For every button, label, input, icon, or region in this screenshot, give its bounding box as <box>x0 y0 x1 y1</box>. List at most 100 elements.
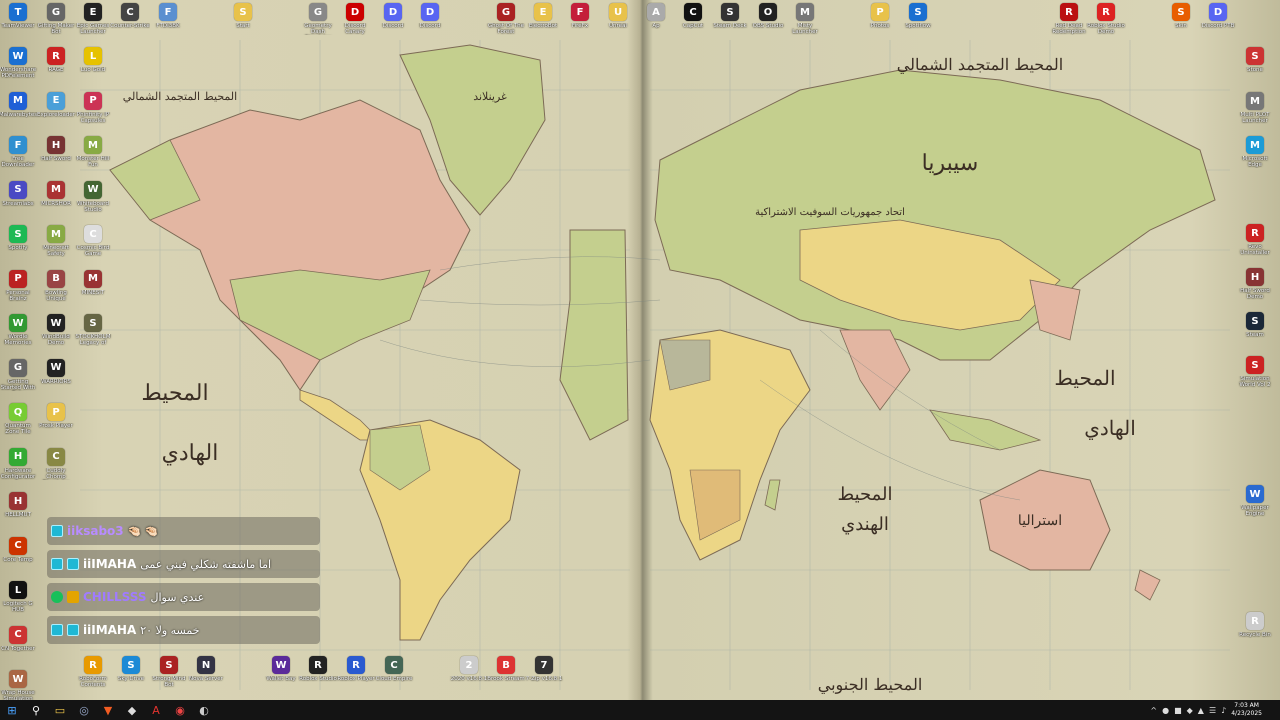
desktop-shortcut[interactable]: R Recycle Bin <box>1236 612 1274 656</box>
desktop-shortcut[interactable]: M Malwarebytes <box>0 91 37 136</box>
desktop-shortcut[interactable]: R Roblox Studio <box>299 656 337 700</box>
desktop-shortcut[interactable]: R Revo Uninstaller <box>1236 224 1274 268</box>
desktop-shortcut[interactable]: L Luo Gold <box>74 47 112 91</box>
desktop-shortcut[interactable]: 7 7-Zip v16.8.1 <box>525 656 563 700</box>
desktop-shortcut[interactable]: E ElectroBot <box>524 3 562 47</box>
desktop-shortcut[interactable]: C Cloud Empire <box>375 656 413 700</box>
desktop-shortcut[interactable]: R RoboForm Contents <box>74 656 112 700</box>
desktop-shortcut[interactable]: Q Quantum Zone Tile <box>0 403 37 447</box>
desktop-shortcut[interactable]: C Counter-Strike <box>110 3 150 47</box>
file-explorer-icon[interactable]: ▭ <box>48 700 72 720</box>
tray-app-icon[interactable]: ◆ <box>1187 706 1193 715</box>
tray-volume-icon[interactable]: ♪ <box>1221 706 1226 715</box>
steam-icon[interactable]: ◎ <box>72 700 96 720</box>
tray-app-icon[interactable]: ▲ <box>1198 706 1204 715</box>
desktop-shortcut[interactable]: W Wondershare PDFelement <box>0 47 37 91</box>
desktop-shortcut[interactable]: S Strong Mind Bot <box>150 656 188 700</box>
desktop-shortcut[interactable]: S STOCKHOLM Legacy of <box>74 314 112 358</box>
desktop-shortcut[interactable]: W Whiteboard Studio <box>74 180 112 225</box>
desktop-shortcut[interactable]: E Epic Games Launcher <box>74 3 112 47</box>
desktop-shortcut[interactable]: P Photos <box>861 3 899 47</box>
desktop-shortcut[interactable]: W Wallet Bay <box>262 656 300 700</box>
roblox-icon[interactable]: ◆ <box>120 700 144 720</box>
desktop-shortcut[interactable]: S Start <box>224 3 262 47</box>
desktop-shortcut[interactable]: CCuddly Chomp Blumberg <box>37 447 75 492</box>
desktop-shortcut[interactable]: C Core Temp <box>0 536 37 581</box>
desktop-shortcut[interactable]: P Phinfinity IP Capsules <box>74 91 112 136</box>
desktop-shortcut[interactable]: S Simulation World Vol 2 <box>1236 356 1274 400</box>
chat-username[interactable]: iiksabo3 <box>67 524 124 538</box>
desktop-shortcut[interactable]: R Roblox Studio Demo <box>1087 3 1125 47</box>
desktop-shortcut[interactable]: W WARRIORS <box>37 358 75 403</box>
desktop-shortcut[interactable]: R Roblox Player <box>337 656 375 700</box>
desktop-shortcut[interactable]: S Spotiflow <box>899 3 937 47</box>
desktop-shortcut[interactable]: T TeamViewer <box>0 3 37 47</box>
desktop-shortcut[interactable]: O OBS Studio <box>749 3 787 47</box>
desktop-shortcut[interactable]: P Prosk Player <box>37 403 75 447</box>
desktop-shortcut[interactable]: R RAGE <box>37 47 75 91</box>
desktop-shortcut[interactable]: C Cosmic Bird Game <box>74 225 112 269</box>
desktop-shortcut[interactable]: A Ap <box>637 3 675 47</box>
tray-app-icon[interactable]: ● <box>1162 706 1169 715</box>
desktop-shortcut[interactable]: S Spotify <box>0 225 37 269</box>
chat-username[interactable]: CHILLSSS <box>83 590 146 604</box>
app-icon: W <box>84 180 102 199</box>
desktop-shortcut[interactable]: R Red Dead Redemption <box>1050 3 1088 47</box>
desktop-shortcut[interactable]: P Personal Brainz <box>0 269 37 314</box>
desktop-shortcut[interactable]: W Wordle Memories <box>0 314 37 358</box>
desktop-shortcut[interactable]: H Half Sword Demo <box>1236 268 1274 312</box>
desktop-shortcut[interactable]: S Stone <box>1236 47 1274 91</box>
desktop-shortcut[interactable]: S Steam <box>1236 312 1274 356</box>
desktop-shortcut[interactable]: G Ghost Of The Forest <box>487 3 525 47</box>
desktop-shortcut[interactable]: M Minecraft Safety <box>37 225 75 269</box>
brave-icon[interactable]: ▼ <box>96 700 120 720</box>
adobe-icon[interactable]: A <box>144 700 168 720</box>
desktop-shortcut[interactable]: F Free Downloader <box>0 136 37 180</box>
desktop-shortcut[interactable]: D Discord Canary <box>336 3 374 47</box>
desktop-shortcut[interactable]: E Exploreloader <box>37 91 75 136</box>
desktop-shortcut[interactable]: L Logitech G HUB <box>0 581 37 625</box>
desktop-shortcut[interactable]: D Discord <box>374 3 412 47</box>
desktop-shortcut[interactable]: F FTDI3BK <box>149 3 187 47</box>
desktop-shortcut[interactable]: W WindBuild Demo <box>37 314 75 358</box>
desktop-shortcut[interactable]: G Gifting Maker Bot <box>37 3 75 47</box>
desktop-shortcut[interactable]: W Wallpaper Engine <box>1236 485 1274 529</box>
chat-username[interactable]: iiIMAHA <box>83 623 136 637</box>
desktop-shortcut[interactable]: 2 2020 v16.8.1 <box>450 656 488 700</box>
desktop-shortcut[interactable]: G Geometry Dash Simulator <box>299 3 337 47</box>
shortcut-label: HELLMUT <box>5 512 31 518</box>
desktop-shortcut[interactable]: B Brook Stream <box>487 656 525 700</box>
desktop-shortcut[interactable]: M MINESIT <box>74 269 112 314</box>
tray-network-icon[interactable]: ☰ <box>1209 706 1216 715</box>
desktop-shortcut[interactable]: C CN Together <box>0 625 37 670</box>
search-icon[interactable]: ⚲ <box>24 700 48 720</box>
desktop-shortcut[interactable]: N Nova Server <box>187 656 225 700</box>
desktop-shortcut[interactable]: F FireFx <box>561 3 599 47</box>
chat-username[interactable]: iiIMAHA <box>83 557 136 571</box>
desktop-shortcut[interactable]: U Unreal <box>599 3 637 47</box>
desktop-shortcut[interactable]: S Sky Drive <box>112 656 150 700</box>
desktop-shortcut[interactable]: C CapCut <box>674 3 712 47</box>
desktop-shortcut[interactable]: M MICRSHOR <box>37 180 75 225</box>
desktop-shortcut[interactable]: B Bowling Unique <box>37 269 75 314</box>
desktop-shortcut[interactable]: D Discord PTB <box>1199 3 1237 47</box>
tray-app-icon[interactable]: ■ <box>1174 706 1182 715</box>
desktop-shortcut[interactable]: D Discord <box>411 3 449 47</box>
desktop-shortcut[interactable]: H Half Sword <box>37 136 75 180</box>
shortcut-label: Bowling Unique <box>45 289 67 302</box>
desktop-shortcut[interactable]: S Skin <box>1162 3 1200 47</box>
desktop-shortcut[interactable]: M Microsoft Edge <box>1236 136 1274 180</box>
chrome-icon[interactable]: ◉ <box>168 700 192 720</box>
taskbar-clock[interactable]: 7:03 AM 4/23/2025 <box>1231 702 1262 718</box>
desktop-shortcut[interactable]: H Hardware Configurator <box>0 447 37 492</box>
obs-icon[interactable]: ◐ <box>192 700 216 720</box>
desktop-shortcut[interactable]: M Misty Launcher <box>786 3 824 47</box>
tray-chevron-icon[interactable]: ^ <box>1150 706 1157 715</box>
desktop-shortcut[interactable]: S Steam Deck <box>711 3 749 47</box>
desktop-shortcut[interactable]: M Multi PLOT Launcher <box>1236 92 1274 136</box>
desktop-shortcut[interactable]: M Monster Hill Fun <box>74 136 112 180</box>
desktop-shortcut[interactable]: H HELLMUT <box>0 492 37 536</box>
desktop-shortcut[interactable]: S Streamlabs <box>0 180 37 225</box>
desktop-shortcut[interactable]: GGetting Started With Bots <box>0 358 37 403</box>
start-icon[interactable]: ⊞ <box>0 700 24 720</box>
